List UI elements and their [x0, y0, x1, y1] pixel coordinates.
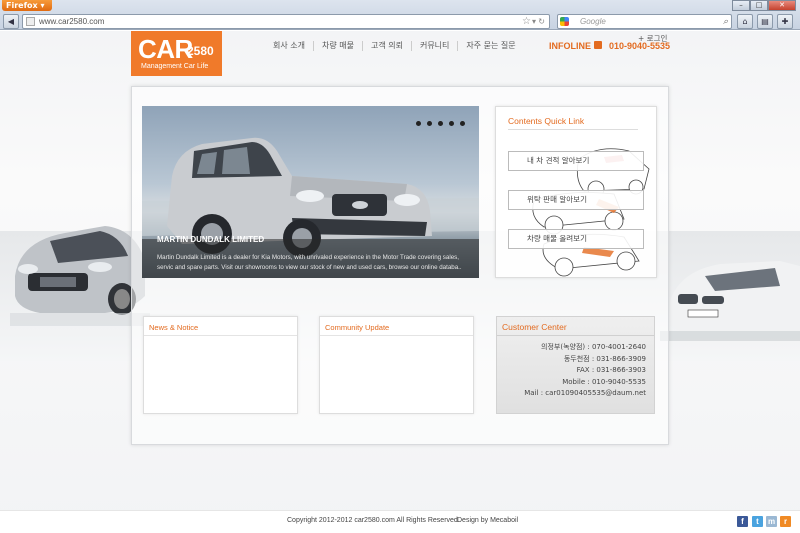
quick-link-title: Contents Quick Link — [508, 116, 585, 126]
search-icon[interactable]: ⌕ — [723, 15, 728, 28]
nav-item-community[interactable]: 커뮤니티 — [410, 41, 457, 51]
community-update-board: Community Update — [319, 316, 474, 414]
firefox-menu-button[interactable]: Firefox ▾ — [2, 0, 52, 11]
hero-caption: MARTIN DUNDALK LIMITED Martin Dundalk Li… — [142, 235, 479, 278]
contact-row: FAX : 031-866-3903 — [576, 366, 646, 374]
favicon-icon — [26, 17, 35, 26]
contact-row: Mail : car01090405535@daum.net — [524, 389, 646, 397]
copyright-text: Copyright 2012-2012 car2580.com All Righ… — [287, 517, 460, 524]
url-bar[interactable]: www.car2580.com ☆ ▾ ↻ — [22, 14, 550, 29]
infoline-phone: 010-9040-5535 — [609, 41, 671, 51]
logo-text: CAR — [138, 34, 193, 64]
nav-item-listings[interactable]: 차량 매물 — [312, 41, 362, 51]
infoline-label: INFOLINE — [549, 41, 591, 51]
quick-link-divider — [508, 129, 638, 130]
url-dropdown-icon[interactable]: ▾ ↻ — [532, 15, 545, 28]
page-content: CAR 2580 Management Car Life + 로그인 회사 소개… — [0, 31, 800, 533]
bookmark-star-icon[interactable]: ☆ — [522, 15, 531, 28]
news-notice-title[interactable]: News & Notice — [149, 323, 198, 332]
customer-center-title: Customer Center — [502, 322, 567, 332]
facebook-icon[interactable]: f — [737, 516, 748, 527]
quick-link-panel: Contents Quick Link 내 차 견적 알아보기 위탁 판매 알아… — [495, 106, 657, 278]
window-controls: – □ ✕ — [732, 0, 796, 11]
contact-row: 의정부(녹양점) : 070-4001-2640 — [541, 343, 646, 351]
customer-center-list: 의정부(녹양점) : 070-4001-2640 동두천점 : 031-866-… — [524, 342, 646, 400]
contact-row: 동두천점 : 031-866-3909 — [563, 354, 646, 363]
community-update-title[interactable]: Community Update — [325, 323, 389, 332]
close-button[interactable]: ✕ — [768, 0, 796, 11]
site-logo[interactable]: CAR 2580 Management Car Life — [131, 31, 222, 76]
home-icon[interactable]: ⌂ — [737, 14, 753, 29]
estimate-button[interactable]: 내 차 견적 알아보기 — [508, 151, 644, 171]
bookmarks-icon[interactable]: ▤ — [757, 14, 773, 29]
slideshow-dots — [416, 121, 465, 126]
firefox-menu-label: Firefox — [6, 1, 38, 10]
nav-item-about[interactable]: 회사 소개 — [265, 41, 313, 51]
addons-icon[interactable]: ✚ — [777, 14, 793, 29]
contact-row: Mobile : 010-9040-5535 — [562, 377, 646, 386]
board-divider — [320, 335, 473, 336]
customer-center-divider — [497, 335, 654, 336]
maximize-button[interactable]: □ — [750, 0, 768, 11]
design-credit: Design by Mecaboil — [457, 517, 519, 524]
footer: Copyright 2012-2012 car2580.com All Righ… — [0, 510, 800, 533]
search-input[interactable]: Google ⌕ — [557, 14, 732, 29]
google-icon — [560, 17, 569, 26]
hero-title: MARTIN DUNDALK LIMITED — [157, 235, 265, 244]
minimize-button[interactable]: – — [732, 0, 750, 11]
logo-tagline: Management Car Life — [141, 63, 209, 70]
slide-dot[interactable] — [438, 121, 443, 126]
rss-icon[interactable]: r — [780, 516, 791, 527]
phone-icon — [594, 41, 602, 49]
main-nav: 회사 소개 차량 매물 고객 의뢰 커뮤니티 자주 묻는 질문 — [265, 41, 524, 51]
logo-number: 2580 — [187, 44, 214, 58]
search-placeholder: Google — [580, 17, 606, 26]
slide-dot[interactable] — [427, 121, 432, 126]
browser-toolbar: Firefox ▾ – □ ✕ ◀ www.car2580.com ☆ ▾ ↻ … — [0, 0, 800, 30]
post-listing-button[interactable]: 차량 매물 올려보기 — [508, 229, 644, 249]
slide-dot[interactable] — [416, 121, 421, 126]
consignment-button[interactable]: 위탁 판매 알아보기 — [508, 190, 644, 210]
back-icon[interactable]: ◀ — [3, 14, 19, 29]
url-text: www.car2580.com — [39, 17, 105, 26]
hero-description: Martin Dundalk Limited is a dealer for K… — [157, 254, 462, 271]
slide-dot[interactable] — [449, 121, 454, 126]
customer-center: Customer Center 의정부(녹양점) : 070-4001-2640… — [496, 316, 655, 414]
news-notice-board: News & Notice — [143, 316, 298, 414]
twitter-icon[interactable]: t — [752, 516, 763, 527]
hero-slideshow[interactable]: MARTIN DUNDALK LIMITED Martin Dundalk Li… — [142, 106, 479, 278]
nav-item-faq[interactable]: 자주 묻는 질문 — [457, 41, 523, 51]
slide-dot[interactable] — [460, 121, 465, 126]
background-car-right-image — [660, 261, 800, 341]
me2day-icon[interactable]: m — [766, 516, 777, 527]
background-car-left-image — [10, 226, 150, 326]
nav-item-requests[interactable]: 고객 의뢰 — [361, 41, 411, 51]
board-divider — [144, 335, 297, 336]
